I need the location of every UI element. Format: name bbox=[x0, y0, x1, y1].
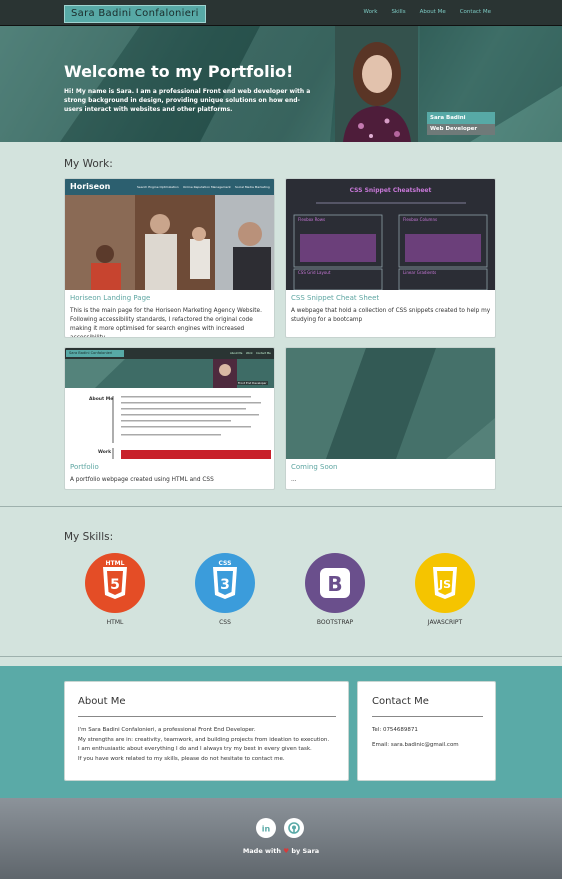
profile-photo bbox=[335, 26, 418, 142]
skill-javascript: JS JAVASCRIPT bbox=[405, 553, 485, 626]
about-line-2: My strengths are in: creativity, teamwor… bbox=[78, 736, 330, 743]
brand-logo[interactable]: Sara Badini Confalonieri bbox=[64, 5, 206, 23]
skills-heading: My Skills: bbox=[64, 531, 114, 543]
svg-text:B: B bbox=[327, 572, 342, 596]
nav-link-about[interactable]: About Me bbox=[420, 9, 446, 15]
svg-text:CSS: CSS bbox=[219, 560, 232, 567]
svg-text:5: 5 bbox=[110, 577, 120, 593]
project-title[interactable]: Coming Soon bbox=[291, 463, 337, 471]
skill-label: HTML bbox=[106, 619, 124, 626]
heart-icon: ♥ bbox=[283, 847, 290, 855]
svg-text:HTML: HTML bbox=[106, 560, 125, 567]
coming-soon-placeholder-image bbox=[286, 348, 495, 459]
project-card-coming-soon[interactable]: Coming Soon ... bbox=[285, 347, 496, 490]
javascript-icon: JS bbox=[415, 553, 475, 613]
project-description: A portfolio webpage created using HTML a… bbox=[70, 477, 214, 483]
portfolio-screenshot: Sara Badini Confalonieri About Me Work C… bbox=[65, 348, 274, 459]
html5-icon: 5 HTML bbox=[85, 553, 145, 613]
project-card-horiseon[interactable]: Horiseon Search Engine Optimization Onli… bbox=[64, 178, 275, 338]
project-card-portfolio[interactable]: Sara Badini Confalonieri About Me Work C… bbox=[64, 347, 275, 490]
github-icon[interactable] bbox=[284, 818, 304, 838]
footer bbox=[0, 798, 562, 879]
project-card-css-cheatsheet[interactable]: CSS Snippet Cheatsheet Flexbox Rows Flex… bbox=[285, 178, 496, 338]
horiseon-screenshot: Horiseon Search Engine Optimization Onli… bbox=[65, 179, 274, 290]
hero-title: Welcome to my Portfolio! bbox=[64, 62, 294, 81]
skill-label: JAVASCRIPT bbox=[427, 619, 463, 626]
skill-css: 3 CSS CSS bbox=[185, 553, 265, 626]
about-line-4: If you have work related to my skills, p… bbox=[78, 755, 285, 762]
contact-me-box: Contact Me Tel: 0754689871 Email: sara.b… bbox=[357, 681, 496, 781]
project-description: ... bbox=[291, 477, 297, 483]
project-title[interactable]: Horiseon Landing Page bbox=[70, 294, 150, 302]
section-divider bbox=[0, 506, 562, 507]
about-line-1: I'm Sara Badini Confalonieri, a professi… bbox=[78, 727, 256, 733]
nav-link-work[interactable]: Work bbox=[364, 9, 378, 15]
contact-tel[interactable]: Tel: 0754689871 bbox=[372, 726, 418, 736]
about-rule bbox=[78, 716, 336, 717]
contact-heading: Contact Me bbox=[372, 696, 429, 707]
css3-icon: 3 CSS bbox=[195, 553, 255, 613]
nav-link-contact[interactable]: Contact Me bbox=[460, 9, 491, 15]
nav-links: Work Skills About Me Contact Me bbox=[364, 9, 492, 15]
css-cheatsheet-screenshot: CSS Snippet Cheatsheet Flexbox Rows Flex… bbox=[286, 179, 495, 290]
hero-name-tag: Sara Badini Confalonieri bbox=[427, 112, 495, 133]
top-navbar: Sara Badini Confalonieri Work Skills Abo… bbox=[0, 0, 562, 26]
hero-intro-text: Hi! My name is Sara. I am a professional… bbox=[64, 88, 311, 113]
section-divider bbox=[0, 656, 562, 657]
svg-text:in: in bbox=[262, 825, 271, 834]
horiseon-logo: Horiseon bbox=[70, 182, 111, 191]
about-me-box: About Me I'm Sara Badini Confalonieri, a… bbox=[64, 681, 349, 781]
bootstrap-icon: B bbox=[305, 553, 365, 613]
work-heading: My Work: bbox=[64, 158, 113, 170]
about-heading: About Me bbox=[78, 696, 126, 707]
linkedin-icon[interactable]: in bbox=[256, 818, 276, 838]
skill-label: CSS bbox=[219, 619, 231, 626]
cheatsheet-heading: CSS Snippet Cheatsheet bbox=[349, 187, 432, 194]
hero-role-tag: Web Developer bbox=[427, 124, 495, 135]
project-description: This is the main page for the Horiseon M… bbox=[70, 308, 262, 338]
svg-text:3: 3 bbox=[220, 577, 230, 593]
contact-rule bbox=[372, 716, 483, 717]
svg-text:JS: JS bbox=[438, 578, 451, 591]
project-title[interactable]: Portfolio bbox=[70, 463, 99, 471]
project-title[interactable]: CSS Snippet Cheat Sheet bbox=[291, 294, 379, 302]
project-description: A webpage that hold a collection of CSS … bbox=[291, 308, 491, 323]
about-line-3: I am enthusiastic about everything I do … bbox=[78, 746, 312, 752]
skill-label: BOOTSTRAP bbox=[316, 619, 354, 626]
contact-email[interactable]: Email: sara.badinic@gmail.com bbox=[372, 741, 459, 751]
made-with-text: Made with ♥ by Sara bbox=[242, 847, 320, 855]
skill-html: 5 HTML HTML bbox=[75, 553, 155, 626]
nav-link-skills[interactable]: Skills bbox=[391, 9, 405, 15]
skill-bootstrap: B BOOTSTRAP bbox=[295, 553, 375, 626]
